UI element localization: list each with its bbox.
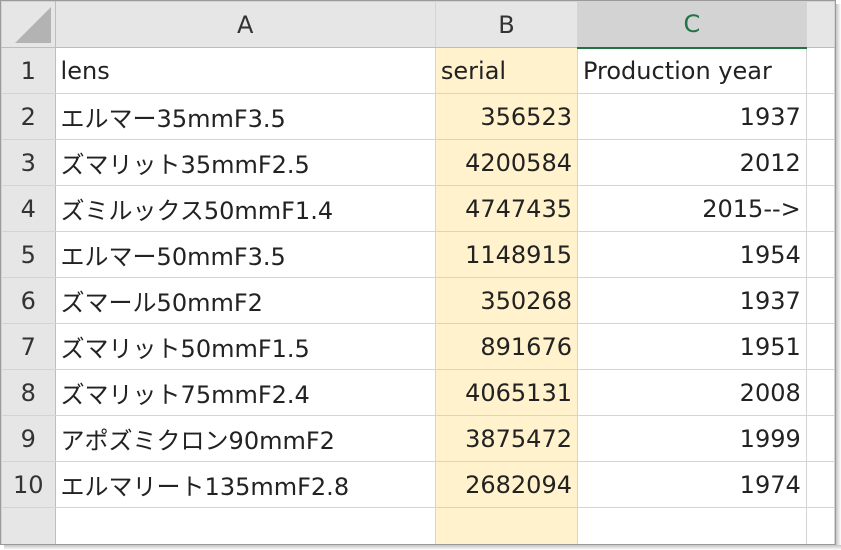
table-row: 10 エルマリート135mmF2.8 2682094 1974 [1,461,835,508]
cell-d[interactable] [805,369,835,416]
cell-d[interactable] [805,139,835,186]
table-row: 3 ズマリット35mmF2.5 4200584 2012 [1,139,835,186]
cell-a[interactable]: エルマリート135mmF2.8 [54,461,436,508]
row-header[interactable]: 3 [1,139,56,186]
table-row-partial [1,507,835,544]
table-row: 4 ズミルックス50mmF1.4 4747435 2015--> [1,185,835,232]
table-row: 8 ズマリット75mmF2.4 4065131 2008 [1,369,835,416]
row-header[interactable]: 9 [1,415,56,462]
table-row: 7 ズマリット50mmF1.5 891676 1951 [1,323,835,370]
cell-a[interactable]: ズマリット75mmF2.4 [54,369,436,416]
column-header-c[interactable]: C [576,1,807,49]
row-header[interactable] [1,507,56,544]
cell-c[interactable]: 1974 [576,461,807,508]
row-header[interactable]: 8 [1,369,56,416]
cell-d[interactable] [805,93,835,140]
table-row: 6 ズマール50mmF2 350268 1937 [1,277,835,324]
cell-c[interactable]: Production year [576,47,807,94]
cell-d[interactable] [805,277,835,324]
cell-b[interactable]: 891676 [434,323,578,370]
row-header[interactable]: 4 [1,185,56,232]
cell-d[interactable] [805,461,835,508]
table-row: 5 エルマー50mmF3.5 1148915 1954 [1,231,835,278]
cell-c[interactable]: 1937 [576,277,807,324]
cell-a[interactable]: アポズミクロン90mmF2 [54,415,436,462]
cell-a[interactable]: エルマー50mmF3.5 [54,231,436,278]
column-header-b[interactable]: B [434,1,578,48]
cell-b[interactable]: 356523 [434,93,578,140]
cell-c[interactable]: 1951 [576,323,807,370]
cell-a[interactable]: ズマリット35mmF2.5 [54,139,436,186]
cell-d[interactable] [805,415,835,462]
row-header[interactable]: 5 [1,231,56,278]
cell-a[interactable]: ズマール50mmF2 [54,277,436,324]
column-header-d-partial[interactable] [805,1,835,48]
cell-b[interactable]: 2682094 [434,461,578,508]
cell-d[interactable] [805,323,835,370]
cell-b[interactable]: 350268 [434,277,578,324]
cell-d[interactable] [805,185,835,232]
cell-b[interactable]: 3875472 [434,415,578,462]
select-all-triangle-icon [14,7,51,43]
frame-shadow-right [836,4,841,550]
cell-partial[interactable] [54,507,436,544]
cell-a[interactable]: ズマリット50mmF1.5 [54,323,436,370]
cell-b[interactable]: 1148915 [434,231,578,278]
cell-a[interactable]: エルマー35mmF3.5 [54,93,436,140]
column-header-row: A B C [1,1,835,49]
cell-partial[interactable] [434,507,578,544]
cell-a[interactable]: lens [54,47,436,94]
row-header[interactable]: 1 [1,47,56,94]
row-header[interactable]: 7 [1,323,56,370]
cell-partial[interactable] [805,507,835,544]
worksheet-grid: A B C 1 lens serial Production year 2 エルマー35m… [1,1,835,544]
cell-c[interactable]: 1937 [576,93,807,140]
row-header[interactable]: 6 [1,277,56,324]
frame-shadow-bottom [4,545,841,550]
cell-c[interactable]: 2008 [576,369,807,416]
table-row: 9 アポズミクロン90mmF2 3875472 1999 [1,415,835,462]
table-row: 2 エルマー35mmF3.5 356523 1937 [1,93,835,140]
cell-d[interactable] [805,47,835,94]
cell-c[interactable]: 2012 [576,139,807,186]
cell-c[interactable]: 2015--> [576,185,807,232]
table-row: 1 lens serial Production year [1,47,835,94]
row-header[interactable]: 10 [1,461,56,508]
cell-a[interactable]: ズミルックス50mmF1.4 [54,185,436,232]
cell-c[interactable]: 1999 [576,415,807,462]
cell-partial[interactable] [576,507,807,544]
select-all-corner[interactable] [1,1,56,48]
cell-b[interactable]: 4065131 [434,369,578,416]
cell-c[interactable]: 1954 [576,231,807,278]
spreadsheet-frame: A B C 1 lens serial Production year 2 エルマー35m… [0,0,836,545]
column-header-a[interactable]: A [54,1,436,48]
cell-d[interactable] [805,231,835,278]
row-header[interactable]: 2 [1,93,56,140]
cell-b[interactable]: 4200584 [434,139,578,186]
cell-b[interactable]: 4747435 [434,185,578,232]
cell-b[interactable]: serial [434,47,578,94]
